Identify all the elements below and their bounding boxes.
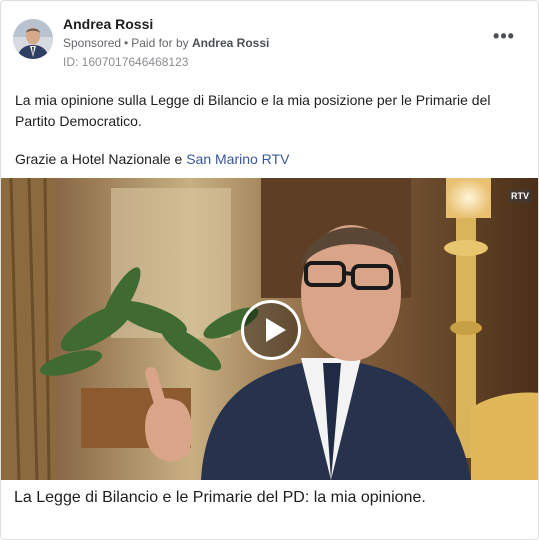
san-marino-rtv-link[interactable]: San Marino RTV — [186, 151, 289, 167]
post-meta: Andrea Rossi Sponsored • Paid for by Andre… — [63, 15, 269, 70]
post-thanks-line: Grazie a Hotel Nazionale e San Marino RT… — [15, 149, 289, 170]
thanks-prefix: Grazie a Hotel Nazionale e — [15, 151, 187, 167]
paid-for-name: Andrea Rossi — [191, 36, 270, 50]
play-icon[interactable] — [241, 300, 301, 360]
more-options-icon[interactable]: ••• — [492, 27, 516, 49]
paid-for-prefix: Paid for by — [131, 36, 189, 50]
separator-dot: • — [124, 36, 129, 50]
ad-library-id: ID: 1607017646468123 — [63, 55, 189, 69]
post-message: La mia opinione sulla Legge di Bilancio … — [15, 92, 491, 129]
author-name[interactable]: Andrea Rossi — [63, 15, 269, 33]
sponsored-post-card: Andrea Rossi Sponsored • Paid for by Andre… — [0, 0, 539, 540]
sponsored-label: Sponsored — [63, 36, 122, 50]
post-text: La mia opinione sulla Legge di Bilancio … — [15, 90, 525, 132]
sponsored-line: Sponsored • Paid for by Andrea Rossi — [63, 34, 269, 52]
post-header: Andrea Rossi Sponsored • Paid for by Andre… — [13, 13, 526, 73]
author-avatar[interactable] — [13, 19, 53, 59]
video-caption[interactable]: La Legge di Bilancio e le Primarie del P… — [1, 480, 538, 539]
rtv-logo: RTV — [508, 190, 532, 202]
